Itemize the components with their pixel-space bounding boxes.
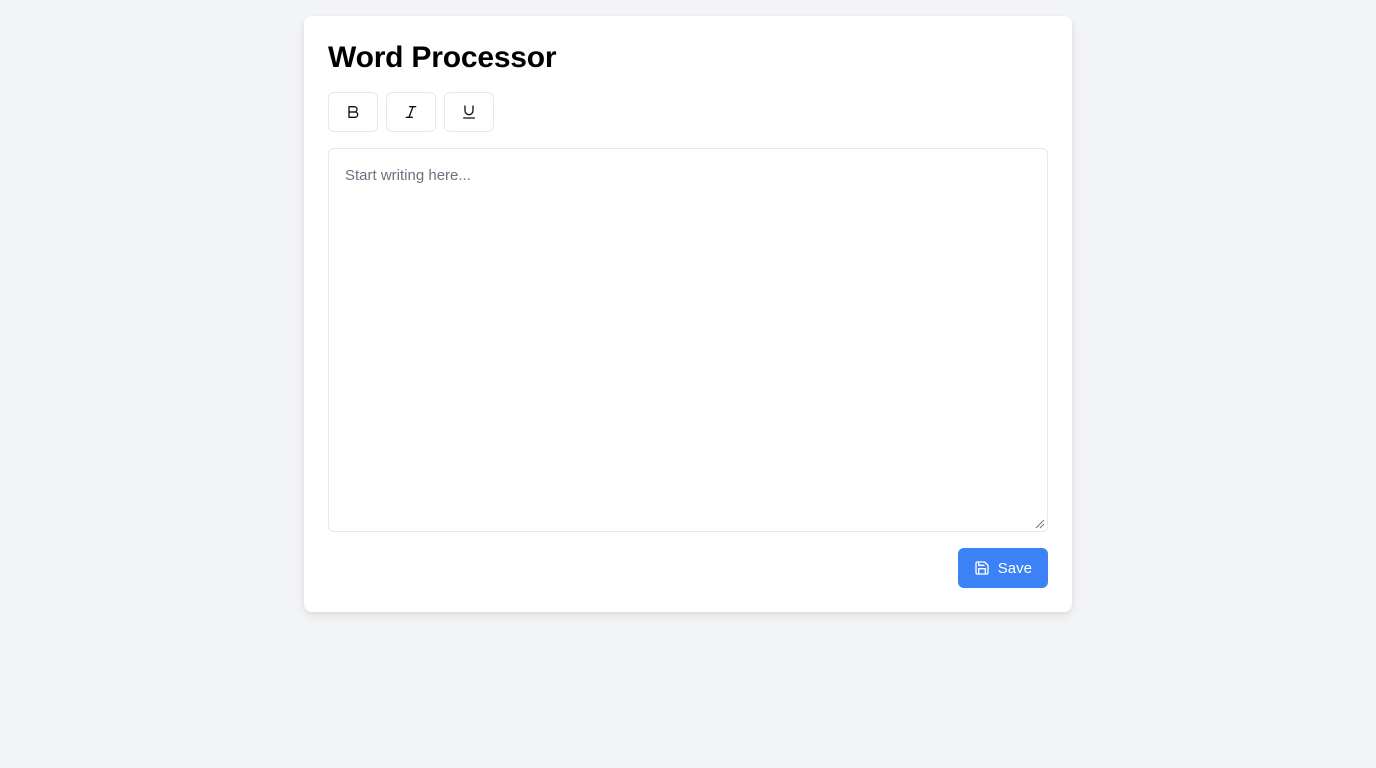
underline-icon (461, 104, 477, 120)
bold-button[interactable] (328, 92, 378, 132)
page-title: Word Processor (328, 41, 557, 74)
editor-area (328, 148, 1048, 532)
bold-icon (345, 104, 361, 120)
editor-card: Word Processor Start writing here... Sav… (304, 16, 1072, 612)
italic-button[interactable] (386, 92, 436, 132)
underline-button[interactable] (444, 92, 494, 132)
document-textarea[interactable] (329, 149, 1047, 531)
resize-handle-icon[interactable] (1035, 519, 1045, 529)
save-icon (974, 560, 990, 576)
editor-footer: Save (328, 548, 1048, 588)
italic-icon (403, 104, 419, 120)
save-button[interactable]: Save (957, 548, 1048, 588)
formatting-toolbar (328, 92, 1048, 132)
save-button-label: Save (997, 559, 1032, 577)
